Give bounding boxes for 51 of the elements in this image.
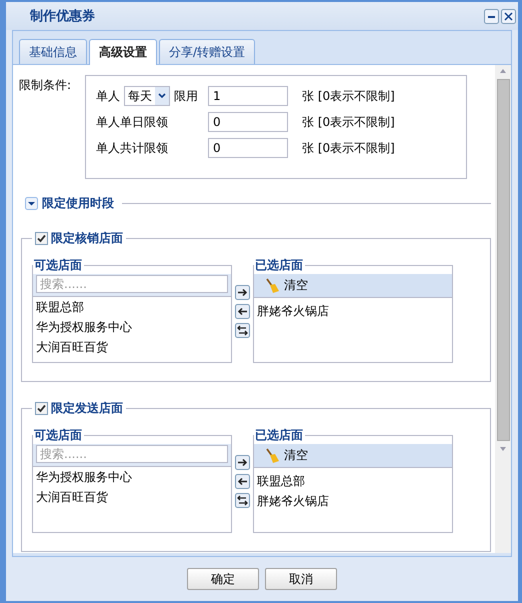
checkbox[interactable] <box>35 232 48 245</box>
field-label: 单人共计限领 <box>96 140 168 156</box>
section-title: 限定发送店面 <box>51 400 123 417</box>
dialog-button[interactable]: 确定 <box>187 568 259 590</box>
store-item[interactable]: 胖姥爷火锅店 <box>254 491 452 511</box>
section-title: 限定使用时段 <box>42 195 114 212</box>
list-title: 已选店面 <box>254 257 304 274</box>
period-select[interactable]: 每天 <box>124 86 170 106</box>
move-right-icon[interactable] <box>235 455 250 470</box>
swap-icon[interactable] <box>235 493 250 508</box>
broom-icon <box>264 278 280 294</box>
dialog-button[interactable]: 取消 <box>265 568 337 590</box>
store-item[interactable]: 大润百旺百货 <box>33 337 231 357</box>
section-title: 限定核销店面 <box>51 230 123 247</box>
number-input[interactable]: 1 <box>208 86 288 106</box>
field-label: 单人单日限领 <box>96 114 168 130</box>
store-item[interactable]: 胖姥爷火锅店 <box>254 301 452 321</box>
field-label: 限制条件: <box>19 77 72 94</box>
list-title: 已选店面 <box>254 427 304 444</box>
broom-icon <box>264 448 280 464</box>
number-input[interactable]: 0 <box>208 138 288 158</box>
store-item[interactable]: 大润百旺百货 <box>33 487 231 507</box>
tab[interactable]: 分享/转赠设置 <box>159 39 256 64</box>
move-right-icon[interactable] <box>235 285 250 300</box>
store-item[interactable]: 联盟总部 <box>254 471 452 491</box>
window-title: 制作优惠券 <box>30 8 95 25</box>
minimize-icon[interactable] <box>484 8 499 24</box>
tab[interactable]: 基础信息 <box>19 39 87 64</box>
move-left-icon[interactable] <box>235 304 250 319</box>
hint-text: 张 [0表示不限制] <box>302 114 395 130</box>
store-item[interactable]: 联盟总部 <box>33 297 231 317</box>
caret-icon <box>155 87 169 105</box>
move-left-icon[interactable] <box>235 474 250 489</box>
field-label: 单人 <box>96 88 120 104</box>
store-item[interactable]: 华为授权服务中心 <box>33 317 231 337</box>
tab[interactable]: 高级设置 <box>89 39 157 65</box>
number-input[interactable]: 0 <box>208 112 288 132</box>
checkbox[interactable] <box>35 402 48 415</box>
search-field[interactable]: 搜索...... <box>36 445 228 463</box>
clear-button[interactable]: 清空 <box>254 274 452 298</box>
close-icon[interactable] <box>501 8 516 24</box>
hint-text: 张 [0表示不限制] <box>302 88 395 104</box>
hint-text: 张 [0表示不限制] <box>302 140 395 156</box>
list-title: 可选店面 <box>33 427 83 444</box>
field-label: 限用 <box>174 88 198 104</box>
swap-icon[interactable] <box>235 323 250 338</box>
store-item[interactable]: 华为授权服务中心 <box>33 467 231 487</box>
list-title: 可选店面 <box>33 257 83 274</box>
search-field[interactable]: 搜索...... <box>36 275 228 293</box>
clear-button[interactable]: 清空 <box>254 444 452 468</box>
expand-toggle-icon[interactable] <box>25 197 38 210</box>
